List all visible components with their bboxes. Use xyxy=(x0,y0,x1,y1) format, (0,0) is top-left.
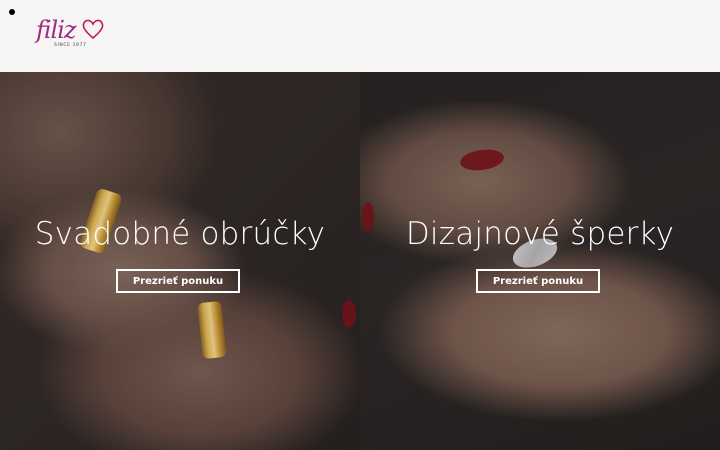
heart-icon xyxy=(82,19,104,40)
design-jewelry-panel[interactable]: Dizajnové šperky Prezrieť ponuku xyxy=(360,72,720,450)
view-offer-button[interactable]: Prezrieť ponuku xyxy=(116,269,240,293)
wedding-rings-panel[interactable]: Svadobné obrúčky Prezrieť ponuku xyxy=(0,72,360,450)
panel-title: Dizajnové šperky xyxy=(405,216,675,252)
list-bullet xyxy=(9,9,15,15)
panel-content: Dizajnové šperky Prezrieť ponuku xyxy=(360,72,720,450)
logo-since-text: SINCE 1977 xyxy=(54,43,87,48)
panel-content: Svadobné obrúčky Prezrieť ponuku xyxy=(0,72,360,450)
site-header: filiz SINCE 1977 xyxy=(0,0,720,72)
view-offer-button[interactable]: Prezrieť ponuku xyxy=(476,269,600,293)
panel-title: Svadobné obrúčky xyxy=(34,216,326,252)
filiz-logo[interactable]: filiz SINCE 1977 xyxy=(32,16,110,56)
hero-panels: Svadobné obrúčky Prezrieť ponuku Dizajno… xyxy=(0,72,720,450)
logo-wordmark: filiz xyxy=(36,16,77,44)
